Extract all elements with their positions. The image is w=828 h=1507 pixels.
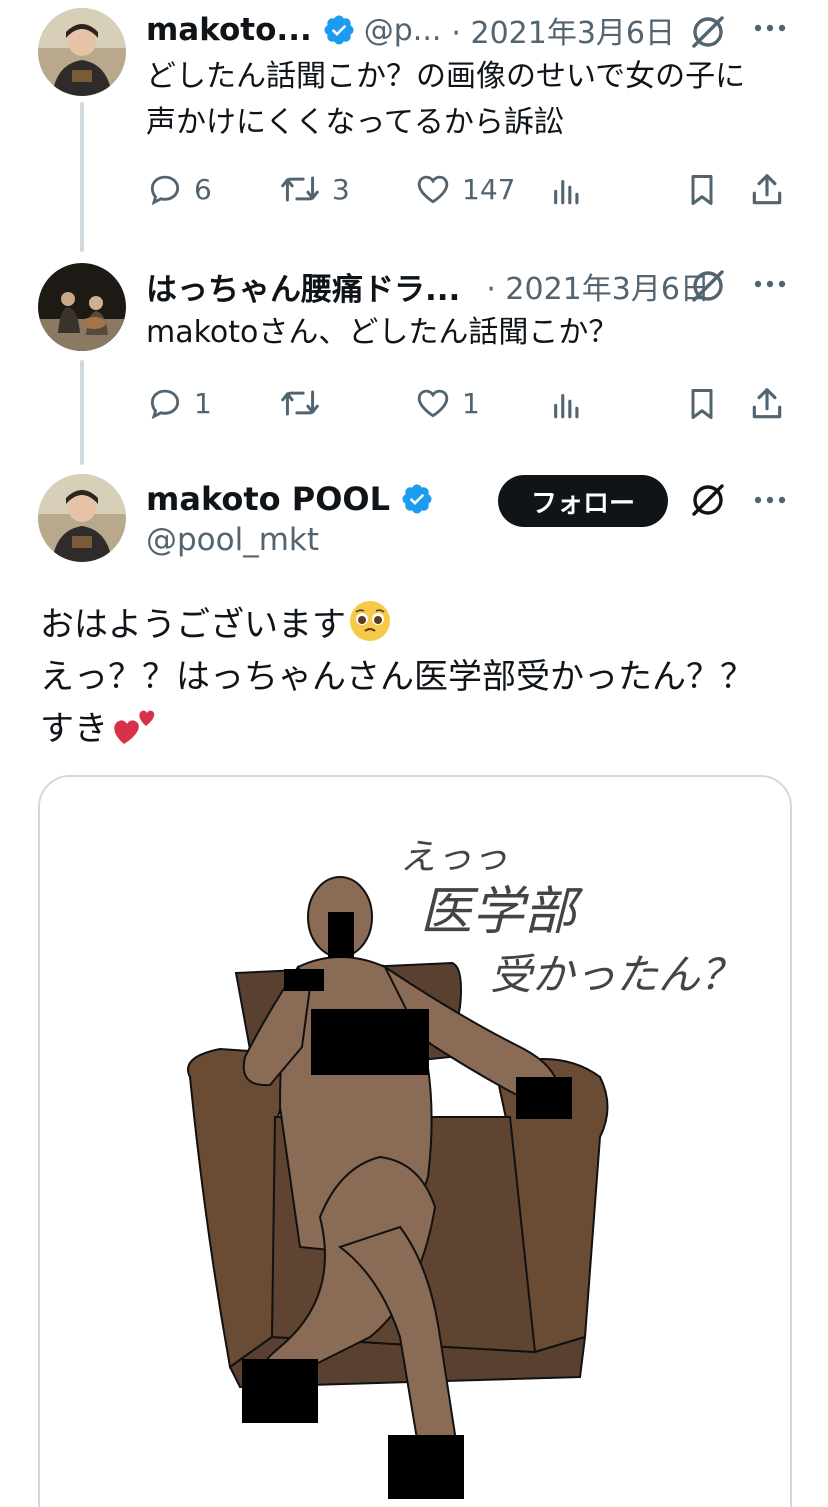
like-button[interactable]: 147 — [414, 170, 515, 208]
like-count: 147 — [462, 172, 516, 206]
reply-count: 6 — [194, 172, 212, 206]
image-caption: えっっ — [400, 837, 508, 878]
tweet-text: どしたん話聞こか？の画像のせいで女の子に 声かけにくくなってるから訴訟 — [146, 54, 745, 146]
share-icon — [752, 174, 782, 205]
handle[interactable]: @pool_mkt — [146, 522, 319, 558]
share-icon — [752, 388, 782, 419]
share-button[interactable] — [748, 170, 786, 210]
image-caption: 受かったん？ — [490, 950, 742, 999]
verified-icon — [324, 15, 354, 45]
bookmark-icon — [691, 175, 713, 205]
like-count: 1 — [462, 386, 480, 420]
reply-button[interactable]: 1 — [146, 384, 212, 422]
avatar[interactable] — [38, 263, 126, 351]
tweet-line: えっ？？はっちゃんさん医学部受かったん？？ — [40, 648, 754, 698]
retweet-count: 3 — [332, 172, 350, 206]
views-button[interactable] — [550, 386, 584, 422]
more-icon[interactable] — [752, 494, 788, 506]
tweet-text-segment: おはようございます — [40, 604, 346, 645]
handle[interactable]: @p... — [364, 13, 442, 48]
verified-icon — [402, 484, 432, 514]
views-icon — [554, 393, 579, 419]
display-name[interactable]: makoto POOL — [146, 480, 390, 518]
retweet-icon — [281, 176, 319, 202]
tweet-thread: makoto... @p... · 2021年3月6日 どしたん話聞こか？の画像… — [0, 0, 828, 1507]
reply-button[interactable]: 6 — [146, 170, 212, 208]
grok-icon[interactable] — [688, 266, 728, 306]
image-caption: 医学部 — [420, 882, 584, 942]
pleading-face-emoji — [350, 601, 390, 641]
tweet-line: おはようございます — [40, 596, 392, 646]
reply-icon — [150, 175, 180, 206]
reply-icon — [150, 389, 180, 420]
like-button[interactable]: 1 — [414, 384, 480, 422]
like-icon — [417, 175, 449, 204]
timestamp[interactable]: · 2021年3月6日 — [451, 8, 675, 52]
thread-connector — [80, 360, 84, 465]
tweet-line: どしたん話聞こか？の画像のせいで女の子に — [146, 59, 746, 94]
more-icon[interactable] — [752, 22, 788, 34]
grok-icon[interactable] — [688, 480, 728, 520]
more-icon[interactable] — [752, 278, 788, 290]
tweet-text: makotoさん、どしたん話聞こか？ — [146, 310, 618, 356]
illustration: えっっ 医学部 受かったん？ — [40, 777, 790, 1507]
two-hearts-emoji — [114, 710, 155, 744]
views-icon — [554, 179, 579, 205]
views-button[interactable] — [550, 172, 584, 208]
timestamp[interactable]: · 2021年3月6日 — [486, 264, 710, 308]
follow-button[interactable]: フォロー — [498, 475, 668, 527]
bookmark-button[interactable] — [684, 384, 720, 424]
retweet-button[interactable]: 3 — [278, 170, 350, 208]
display-name[interactable]: はっちゃん腰痛ドラ... — [146, 264, 460, 309]
thread-connector — [80, 102, 84, 252]
avatar[interactable] — [38, 8, 126, 96]
tweet-line: 声かけにくくなってるから訴訟 — [146, 105, 564, 140]
like-icon — [417, 389, 449, 418]
tweet-text-segment: すき — [40, 708, 108, 749]
retweet-button[interactable] — [278, 384, 332, 422]
share-button[interactable] — [748, 384, 786, 424]
avatar[interactable] — [38, 474, 126, 562]
tweet-text-segment: えっ？？はっちゃんさん医学部受かったん？？ — [40, 656, 754, 697]
tweet-line: makotoさん、どしたん話聞こか？ — [146, 315, 619, 350]
retweet-icon — [281, 390, 319, 416]
tweet-line: すき — [40, 700, 160, 750]
display-name[interactable]: makoto... — [146, 12, 312, 48]
bookmark-icon — [691, 389, 713, 419]
grok-icon[interactable] — [688, 12, 728, 52]
media-image[interactable]: えっっ 医学部 受かったん？ — [38, 775, 792, 1507]
reply-count: 1 — [194, 386, 212, 420]
bookmark-button[interactable] — [684, 170, 720, 210]
